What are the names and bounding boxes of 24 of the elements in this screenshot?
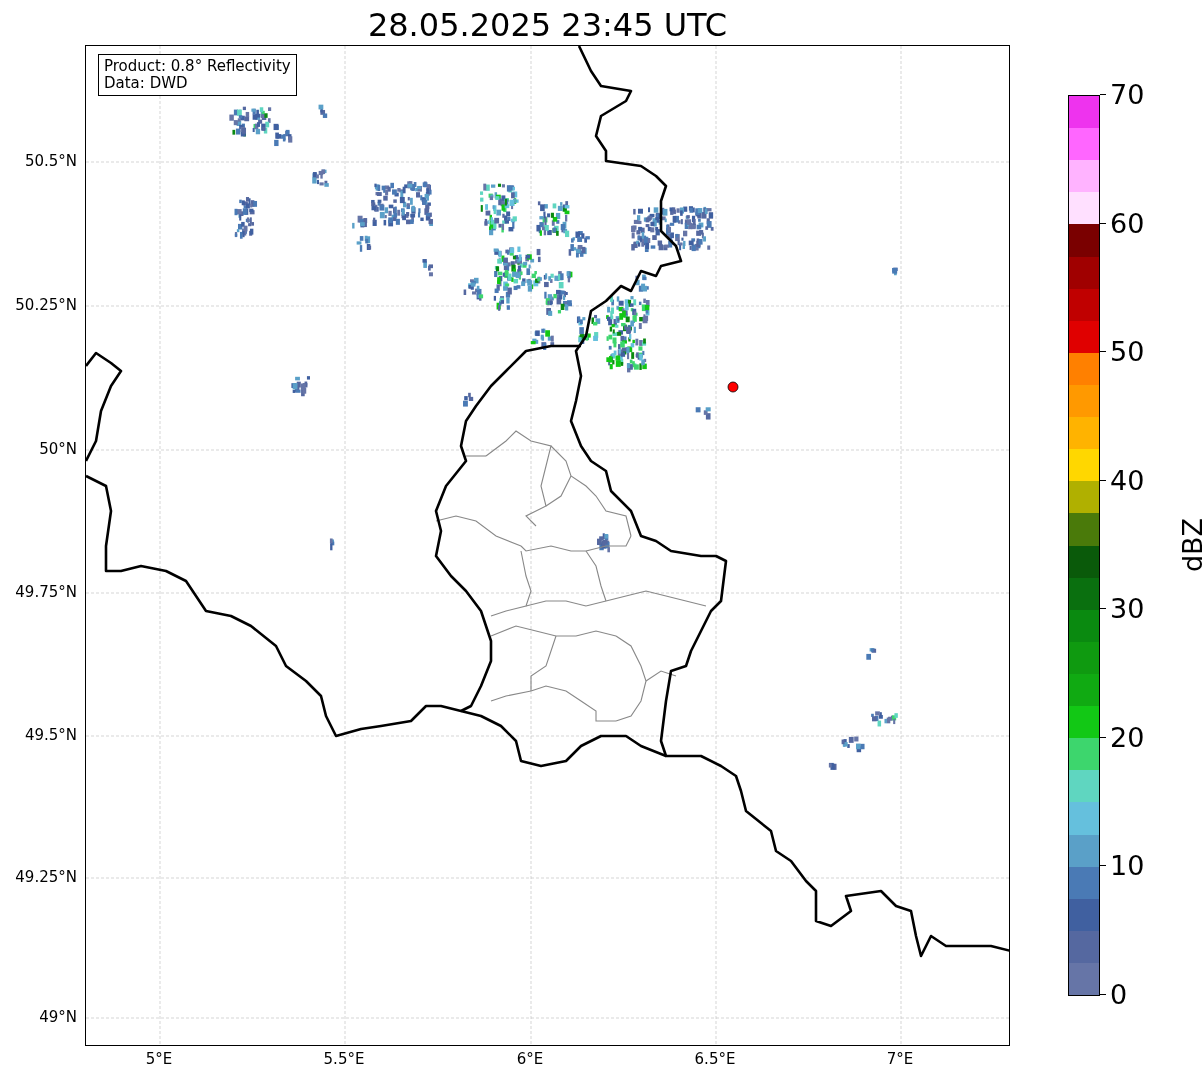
latitude-label: 49°N [39,1008,77,1026]
colorbar-tick-label: 70 [1110,80,1145,110]
latitude-label: 50°N [39,440,77,458]
longitude-label: 5.5°E [323,1050,365,1068]
legend-text: Product: 0.8° Reflectivity [104,58,291,75]
colorbar-tick-label: 30 [1110,594,1145,625]
longitude-label: 5°E [145,1050,173,1068]
latitude-label: 49.25°N [15,868,77,886]
longitude-label: 6.5°E [694,1050,736,1068]
colorbar-tick-label: 60 [1110,208,1145,239]
latitude-label: 49.75°N [15,583,77,601]
colorbar-tick-label: 10 [1110,851,1145,882]
longitude-label: 6°E [516,1050,544,1068]
chart-title: 28.05.2025 23:45 UTC [366,5,729,45]
legend-text: Data: DWD [104,75,189,92]
latitude-label: 50.5°N [24,152,77,170]
colorbar-tick-label: 20 [1110,722,1145,753]
latitude-label: 50.25°N [15,296,77,314]
colorbar-tick-label: 50 [1110,337,1145,368]
colorbar-tick-label: 40 [1110,465,1145,496]
longitude-label: 7°E [886,1050,914,1068]
colorbar-unit-label: dBZ [1178,517,1202,573]
colorbar-tick-label: 0 [1110,980,1128,1010]
latitude-label: 49.5°N [24,726,77,744]
